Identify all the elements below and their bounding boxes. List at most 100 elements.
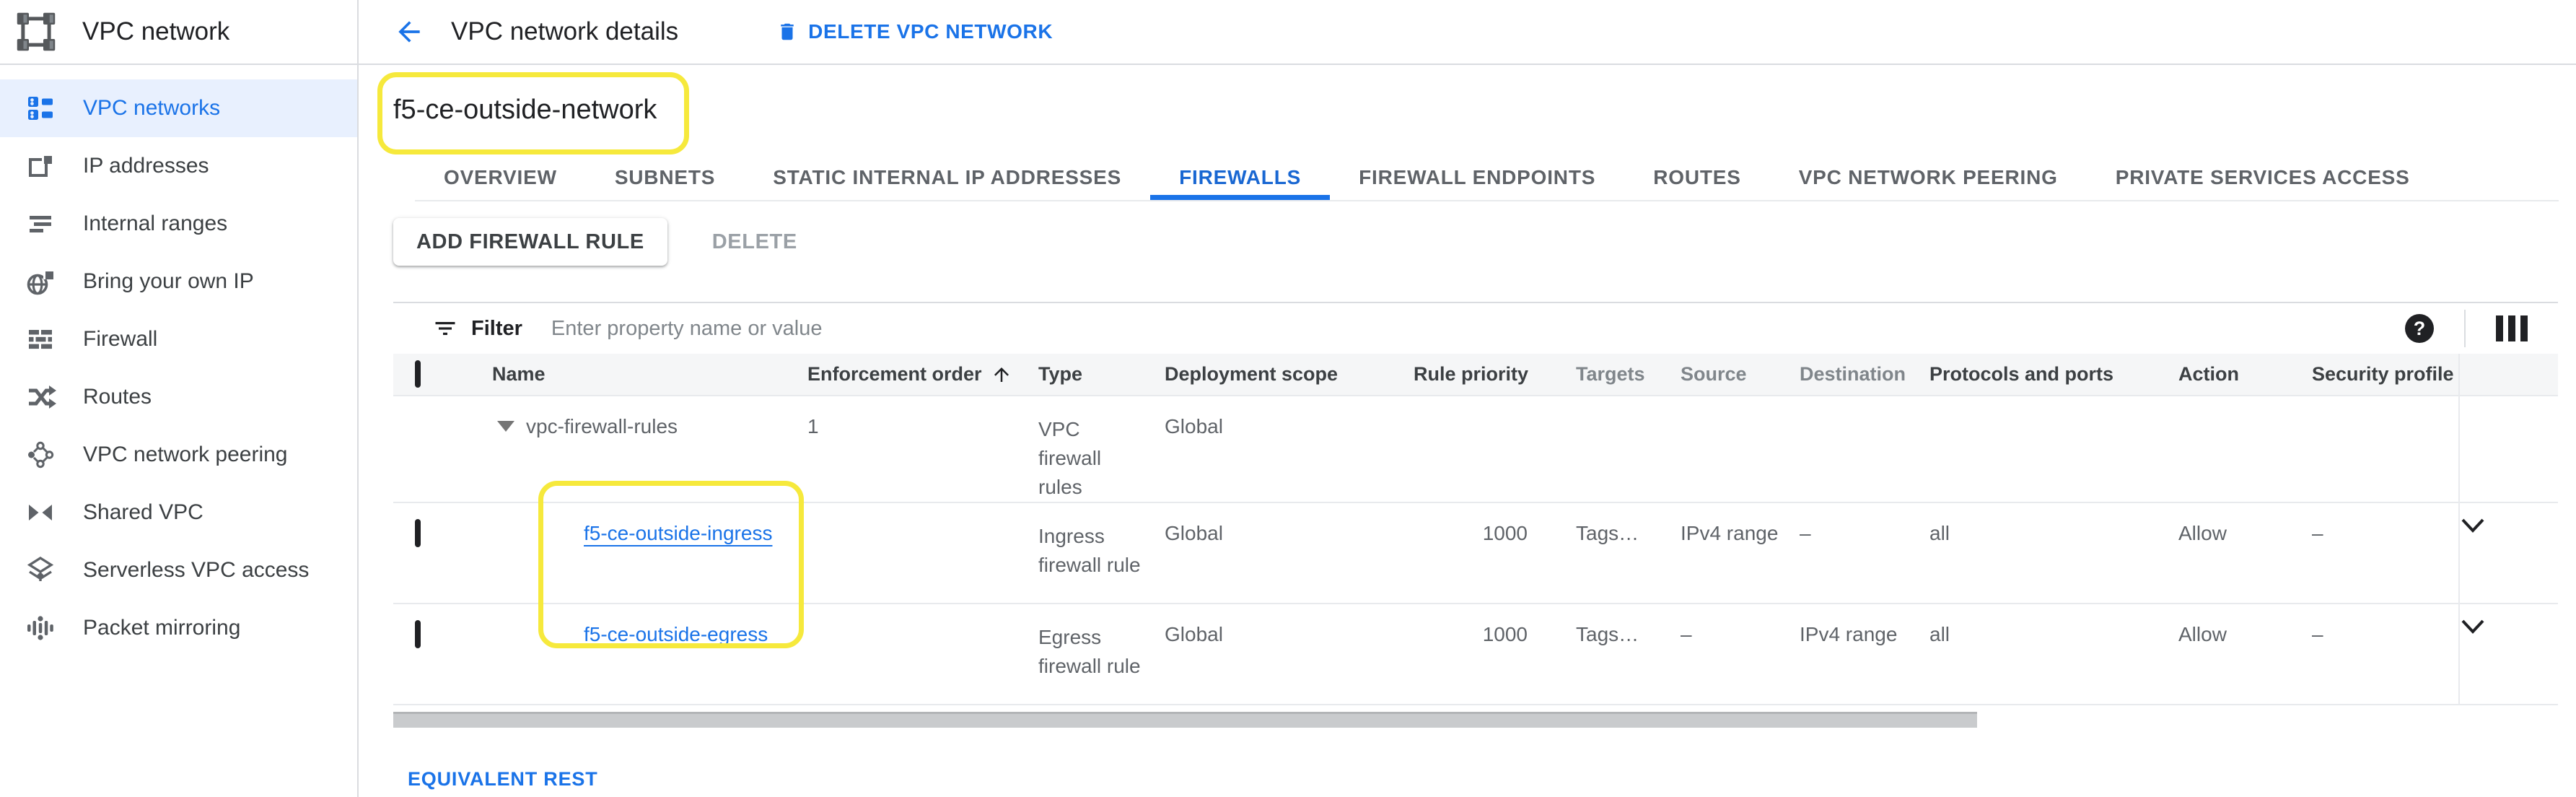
column-header-enforcement-order[interactable]: Enforcement order: [797, 354, 1024, 396]
page-title: VPC network details: [451, 17, 678, 46]
help-icon[interactable]: ?: [2405, 314, 2434, 343]
sidebar-item-firewall[interactable]: Firewall: [0, 310, 357, 368]
cell-enforcement-order: 1: [797, 396, 1024, 502]
cell-destination: –: [1789, 502, 1911, 604]
column-header-rule-priority[interactable]: Rule priority: [1414, 354, 1536, 396]
table-row-group-vpc-firewall-rules: vpc-firewall-rules 1 VPC firewall rules …: [393, 396, 2558, 502]
column-header-source[interactable]: Source: [1673, 354, 1789, 396]
bring-your-own-ip-icon: [25, 266, 56, 297]
cell-type: Ingress firewall rule: [1024, 502, 1154, 604]
sidebar-item-label: Bring your own IP: [83, 269, 254, 294]
filter-row: Filter ?: [393, 303, 2558, 354]
cell-deployment-scope: Global: [1154, 604, 1414, 705]
expand-row-chevron-icon[interactable]: [2460, 619, 2558, 635]
cell-targets: Tags…: [1536, 604, 1673, 705]
filter-label: Filter: [471, 317, 522, 341]
tab-firewalls[interactable]: FIREWALLS: [1150, 155, 1330, 200]
tab-vpc-network-peering[interactable]: VPC NETWORK PEERING: [1770, 155, 2087, 200]
column-header-name[interactable]: Name: [476, 354, 797, 396]
firewall-rule-link-egress[interactable]: f5-ce-outside-egress: [584, 623, 768, 645]
add-firewall-rule-button[interactable]: ADD FIREWALL RULE: [393, 218, 667, 266]
sidebar-item-routes[interactable]: Routes: [0, 368, 357, 426]
vpc-network-peering-icon: [25, 439, 56, 471]
filter-icon: [432, 315, 458, 341]
cell-source: IPv4 range: [1673, 502, 1789, 604]
sidebar-item-label: Packet mirroring: [83, 616, 240, 640]
vpc-network-logo-icon: [14, 10, 58, 53]
column-header-action[interactable]: Action: [2157, 354, 2301, 396]
sidebar-item-bring-your-own-ip[interactable]: Bring your own IP: [0, 253, 357, 310]
firewall-rules-table: Name Enforcement order: [393, 354, 2558, 705]
sidebar-item-internal-ranges[interactable]: Internal ranges: [0, 195, 357, 253]
sidebar-item-label: Serverless VPC access: [83, 558, 309, 583]
expand-row-chevron-icon[interactable]: [2460, 518, 2558, 533]
tab-firewall-endpoints[interactable]: FIREWALL ENDPOINTS: [1330, 155, 1624, 200]
table-row-egress-rule: f5-ce-outside-egress Egress firewall rul…: [393, 604, 2558, 705]
table-row-ingress-rule: f5-ce-outside-ingress Ingress firewall r…: [393, 502, 2558, 604]
sidebar-item-label: Internal ranges: [83, 212, 227, 236]
tab-static-internal-ip-addresses[interactable]: STATIC INTERNAL IP ADDRESSES: [744, 155, 1150, 200]
cell-type: Egress firewall rule: [1024, 604, 1154, 705]
column-display-icon[interactable]: [2496, 315, 2528, 341]
product-title: VPC network: [82, 17, 229, 46]
firewall-table-card: Filter ?: [393, 302, 2558, 791]
sidebar-item-label: VPC networks: [83, 96, 220, 121]
trash-icon: [776, 20, 798, 43]
filter-right: ?: [2405, 310, 2558, 347]
back-arrow-icon[interactable]: [393, 16, 425, 48]
firewall-icon: [25, 323, 56, 355]
main-area: VPC network details DELETE VPC NETWORK f…: [359, 0, 2576, 797]
column-header-security-profile[interactable]: Security profile groups: [2301, 354, 2459, 396]
ip-addresses-icon: [25, 150, 56, 182]
firewall-rule-link-ingress[interactable]: f5-ce-outside-ingress: [584, 522, 772, 544]
sidebar-item-vpc-network-peering[interactable]: VPC network peering: [0, 426, 357, 484]
sidebar-item-label: VPC network peering: [83, 443, 287, 467]
cell-rule-priority: 1000: [1414, 502, 1536, 604]
column-header-destination[interactable]: Destination: [1789, 354, 1911, 396]
firewall-toolbar: ADD FIREWALL RULE DELETE: [393, 218, 2576, 266]
delete-vpc-network-button[interactable]: DELETE VPC NETWORK: [766, 20, 1053, 43]
sidebar-item-label: Firewall: [83, 327, 157, 352]
collapse-triangle-icon[interactable]: [497, 421, 514, 432]
sidebar-item-shared-vpc[interactable]: Shared VPC: [0, 484, 357, 541]
cell-action: Allow: [2157, 502, 2301, 604]
delete-vpc-network-label: DELETE VPC NETWORK: [808, 20, 1053, 43]
equivalent-rest-button[interactable]: EQUIVALENT REST: [408, 768, 598, 791]
cell-action: Allow: [2157, 604, 2301, 705]
tab-bar: OVERVIEW SUBNETS STATIC INTERNAL IP ADDR…: [415, 155, 2559, 201]
cell-protocols-ports: all: [1911, 604, 2157, 705]
tab-private-services-access[interactable]: PRIVATE SERVICES ACCESS: [2087, 155, 2439, 200]
filter-left: Filter: [432, 315, 2405, 341]
vpc-networks-icon: [25, 92, 56, 124]
serverless-vpc-access-icon: [25, 554, 56, 586]
row-checkbox[interactable]: [415, 519, 421, 547]
delete-rule-button[interactable]: DELETE: [712, 230, 797, 254]
filter-divider: [2464, 310, 2466, 347]
sidebar-item-packet-mirroring[interactable]: Packet mirroring: [0, 599, 357, 657]
horizontal-scrollbar: [393, 712, 2558, 729]
tab-routes[interactable]: ROUTES: [1624, 155, 1769, 200]
horizontal-scrollbar-thumb[interactable]: [393, 712, 1977, 728]
sidebar-item-ip-addresses[interactable]: IP addresses: [0, 137, 357, 195]
sidebar-item-serverless-vpc-access[interactable]: Serverless VPC access: [0, 541, 357, 599]
tab-subnets[interactable]: SUBNETS: [586, 155, 744, 200]
column-header-type[interactable]: Type: [1024, 354, 1154, 396]
internal-ranges-icon: [25, 208, 56, 240]
row-checkbox[interactable]: [415, 620, 421, 648]
tab-overview[interactable]: OVERVIEW: [415, 155, 586, 200]
sidebar: VPC network: [0, 0, 359, 797]
column-header-deployment-scope[interactable]: Deployment scope: [1154, 354, 1414, 396]
sidebar-item-vpc-networks[interactable]: VPC networks: [0, 79, 357, 137]
column-header-protocols-ports[interactable]: Protocols and ports: [1911, 354, 2157, 396]
column-header-targets[interactable]: Targets: [1536, 354, 1673, 396]
page-header: VPC network details DELETE VPC NETWORK: [359, 0, 2576, 65]
network-name-row: f5-ce-outside-network: [393, 65, 2576, 155]
cell-targets: Tags…: [1536, 502, 1673, 604]
filter-input[interactable]: [551, 317, 1201, 341]
select-all-checkbox[interactable]: [415, 360, 421, 388]
vpc-network-details-page: VPC network: [0, 0, 2576, 797]
cell-security-profile: –: [2301, 604, 2459, 705]
sort-ascending-icon[interactable]: [991, 364, 1012, 386]
group-row-name: vpc-firewall-rules: [526, 415, 678, 438]
sidebar-nav: VPC networks IP addresses: [0, 65, 357, 657]
